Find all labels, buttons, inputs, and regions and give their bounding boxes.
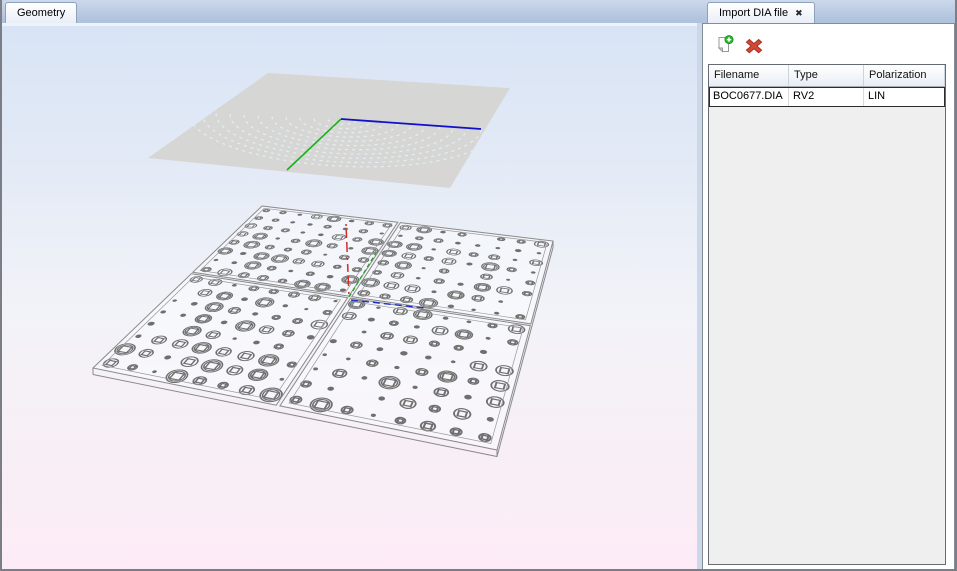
dia-toolbar <box>703 24 954 61</box>
application-window: Geometry Import DIA file ✖ <box>0 0 957 571</box>
table-row[interactable]: BOC0677.DIA RV2 LIN <box>709 87 945 107</box>
scene-3d <box>2 26 697 569</box>
tab-geometry-label: Geometry <box>17 7 65 19</box>
table-empty-area <box>709 107 945 564</box>
column-header-filename[interactable]: Filename <box>709 65 789 86</box>
tab-close-icon[interactable]: ✖ <box>795 9 803 18</box>
tab-bar: Geometry Import DIA file ✖ <box>2 0 955 23</box>
import-dia-panel: Filename Type Polarization BOC0677.DIA R… <box>702 23 955 569</box>
cell-filename: BOC0677.DIA <box>709 87 789 107</box>
main-area: Filename Type Polarization BOC0677.DIA R… <box>2 23 955 569</box>
table-header: Filename Type Polarization <box>709 65 945 87</box>
column-header-type[interactable]: Type <box>789 65 864 86</box>
column-header-polarization[interactable]: Polarization <box>864 65 945 86</box>
delete-icon <box>744 35 764 55</box>
dia-file-table: Filename Type Polarization BOC0677.DIA R… <box>708 64 946 565</box>
cell-type: RV2 <box>789 87 864 107</box>
cell-polarization: LIN <box>864 87 945 107</box>
new-file-icon <box>715 35 735 55</box>
geometry-viewport[interactable] <box>2 23 697 569</box>
remove-file-button[interactable] <box>744 35 764 55</box>
add-file-button[interactable] <box>715 35 735 55</box>
tab-geometry[interactable]: Geometry <box>5 2 77 23</box>
tab-import-dia-label: Import DIA file <box>719 7 788 19</box>
tab-import-dia-file[interactable]: Import DIA file ✖ <box>707 2 815 23</box>
